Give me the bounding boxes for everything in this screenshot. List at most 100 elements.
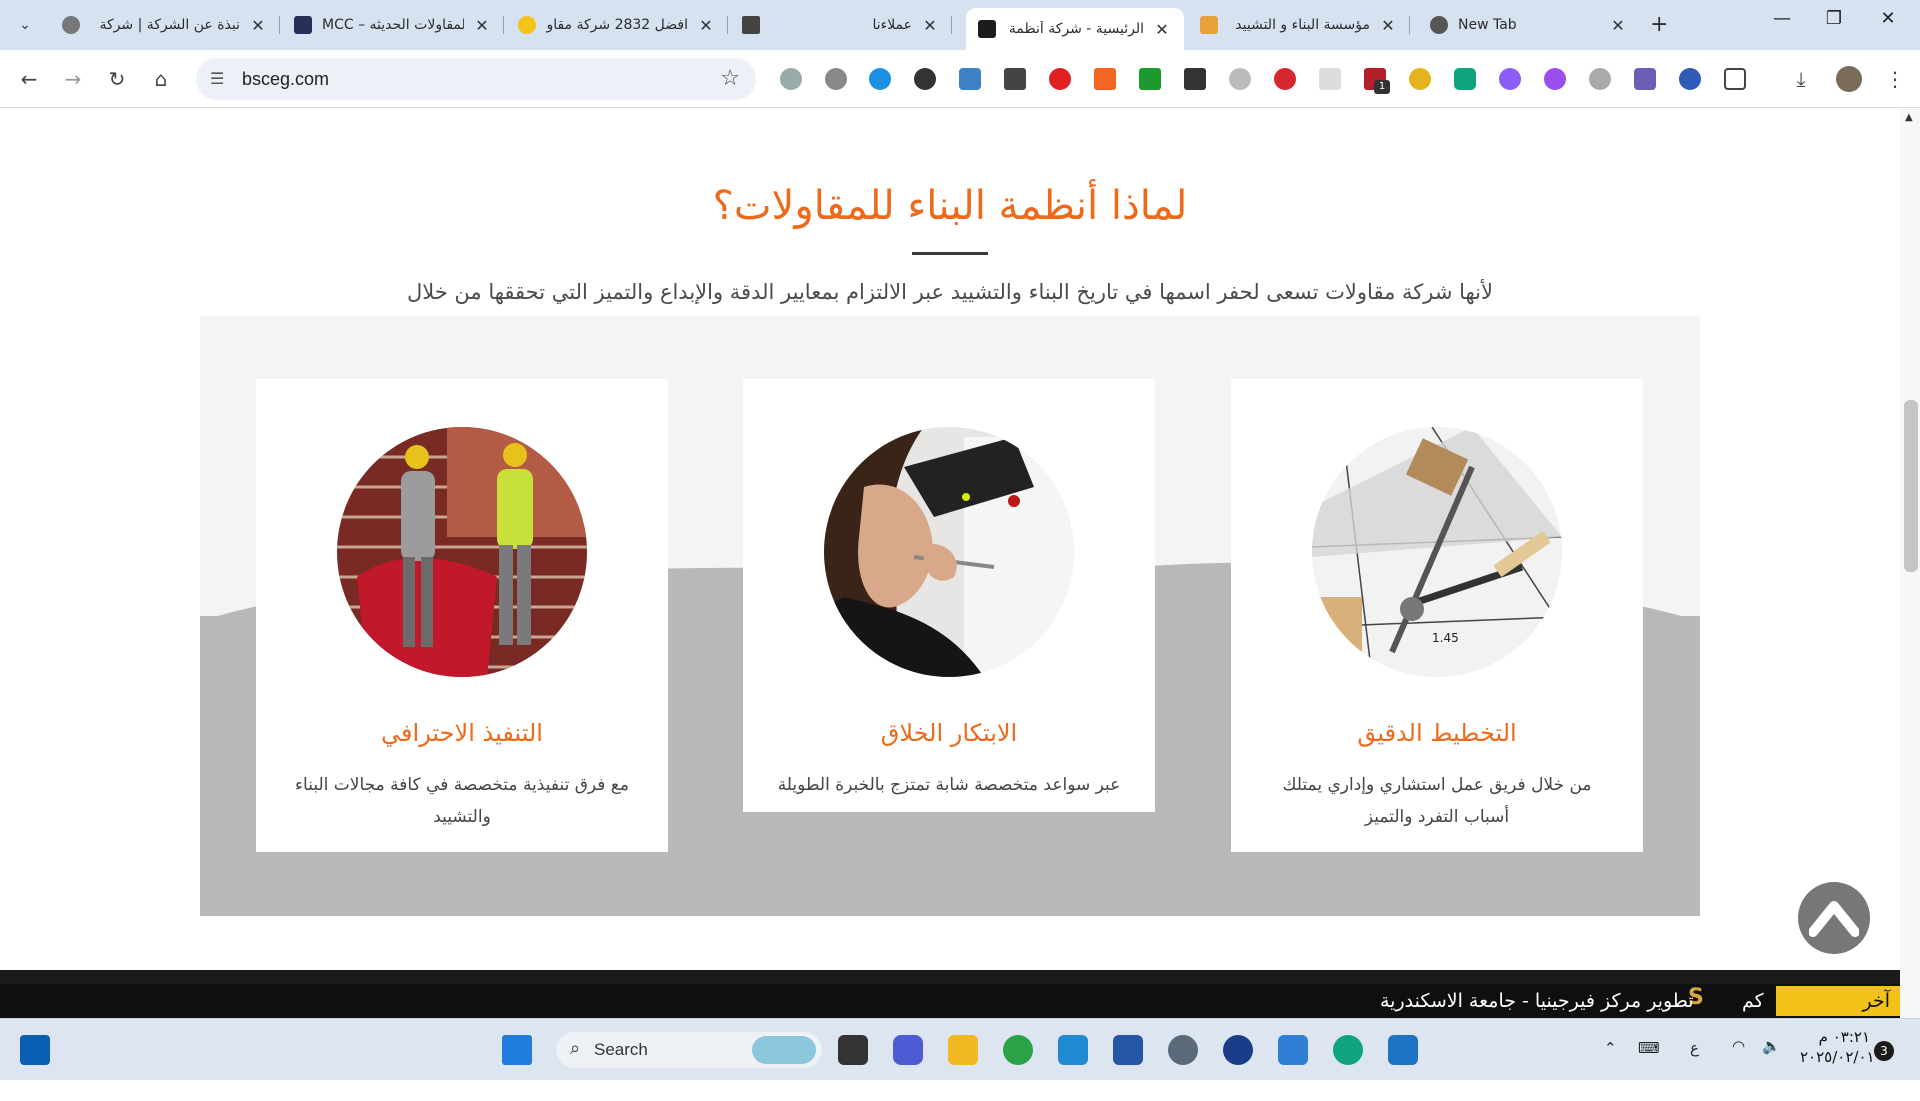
scrollbar-thumb[interactable] bbox=[1904, 400, 1918, 572]
settings-gear-icon[interactable] bbox=[1168, 1035, 1198, 1065]
chrome-icon[interactable] bbox=[1003, 1035, 1033, 1065]
scroll-to-top-button[interactable] bbox=[1798, 882, 1870, 954]
tab-5-active[interactable]: الرئيسية - شركة أنظمة ✕ bbox=[966, 8, 1184, 50]
extension-icon[interactable] bbox=[1634, 68, 1656, 90]
powershell-icon[interactable] bbox=[1113, 1035, 1143, 1065]
url-text[interactable]: bsceg.com bbox=[242, 69, 329, 90]
download-icon: ⤓ bbox=[1796, 67, 1806, 91]
address-bar[interactable]: ☰ bsceg.com ☆ bbox=[196, 58, 756, 100]
plus-icon: + bbox=[1650, 12, 1669, 37]
download-arrow-icon[interactable] bbox=[1139, 68, 1161, 90]
close-icon[interactable]: ✕ bbox=[248, 16, 268, 35]
keyboard-icon[interactable]: ⌨ bbox=[1638, 1039, 1660, 1101]
widgets-icon[interactable] bbox=[20, 1035, 50, 1065]
extension-icon[interactable] bbox=[825, 68, 847, 90]
site-info-icon[interactable]: ☰ bbox=[210, 69, 224, 88]
adblock-plus-icon[interactable] bbox=[1274, 68, 1296, 90]
reload-button[interactable]: ↻ bbox=[102, 64, 132, 94]
clock[interactable]: ٠٣:٢١ م ٢٠٢٥/٠٢/٠١ bbox=[1800, 1027, 1875, 1067]
back-button[interactable]: ← bbox=[14, 64, 44, 94]
clock-date: ٢٠٢٥/٠٢/٠١ bbox=[1800, 1048, 1875, 1066]
card-precise-planning: 1.45 التخطيط الدقيق من خلال فريق عمل است… bbox=[1231, 379, 1643, 852]
page-scrollbar[interactable]: ▲ bbox=[1900, 108, 1920, 1018]
downloads-button[interactable]: ⤓ bbox=[1786, 64, 1816, 94]
search-highlight-icon bbox=[752, 1036, 816, 1064]
taskbar-search[interactable]: ⌕ Search bbox=[556, 1032, 822, 1068]
close-icon: ✕ bbox=[1880, 8, 1896, 29]
card-creative-innovation: الابتكار الخلاق عبر سواعد متخصصة شابة تم… bbox=[743, 379, 1155, 812]
extension-icon[interactable] bbox=[780, 68, 802, 90]
close-icon[interactable]: ✕ bbox=[1378, 16, 1398, 35]
input-language[interactable]: ع bbox=[1690, 1039, 1699, 1101]
close-window-button[interactable]: ✕ bbox=[1868, 8, 1908, 29]
new-tab-button[interactable]: + bbox=[1650, 12, 1668, 37]
notification-badge[interactable]: 3 bbox=[1874, 1041, 1894, 1061]
close-icon[interactable]: ✕ bbox=[696, 16, 716, 35]
close-icon[interactable]: ✕ bbox=[920, 16, 940, 35]
minimize-button[interactable]: — bbox=[1762, 8, 1802, 29]
close-icon[interactable]: ✕ bbox=[472, 16, 492, 35]
soundcloud-icon[interactable] bbox=[1094, 68, 1116, 90]
section-title: لماذا أنظمة البناء للمقاولات؟ bbox=[712, 183, 1188, 229]
windows-start-icon[interactable] bbox=[502, 1035, 532, 1065]
section-subtitle: لأنها شركة مقاولات تسعى لحفر اسمها في تا… bbox=[406, 280, 1494, 304]
tab-search-button[interactable]: ⌄ bbox=[10, 10, 40, 40]
shazam-icon[interactable] bbox=[869, 68, 891, 90]
qr-code-icon[interactable] bbox=[1004, 68, 1026, 90]
photos-icon[interactable] bbox=[1278, 1035, 1308, 1065]
news-ticker-label: آخر المستجدات bbox=[1776, 986, 1900, 1016]
tab-6[interactable]: مؤسسة البناء و التشييد ✕ bbox=[1188, 8, 1410, 42]
extension-icon[interactable] bbox=[1409, 68, 1431, 90]
extension-icon[interactable] bbox=[1229, 68, 1251, 90]
extension-icon[interactable] bbox=[1499, 68, 1521, 90]
extension-icon[interactable] bbox=[1184, 68, 1206, 90]
puzzle-icon[interactable] bbox=[1724, 68, 1746, 90]
extension-icon[interactable] bbox=[1049, 68, 1071, 90]
tab-title: عملاءنا bbox=[872, 17, 912, 33]
menu-button[interactable]: ⋮ bbox=[1880, 64, 1910, 94]
music-icon[interactable] bbox=[1589, 68, 1611, 90]
close-icon[interactable]: ✕ bbox=[1608, 16, 1628, 35]
chrome-icon bbox=[1430, 16, 1448, 34]
close-icon[interactable]: ✕ bbox=[1152, 20, 1172, 39]
home-button[interactable]: ⌂ bbox=[146, 64, 176, 94]
restore-button[interactable]: ❐ bbox=[1814, 8, 1854, 29]
clock-time: ٠٣:٢١ م bbox=[1818, 1028, 1870, 1046]
tab-title: MCC – المقاولات الحديثه bbox=[322, 17, 464, 33]
wifi-icon[interactable]: ◠ bbox=[1732, 1037, 1745, 1099]
teams-chat-icon[interactable] bbox=[893, 1035, 923, 1065]
forward-button[interactable]: → bbox=[58, 64, 88, 94]
tray-overflow-icon[interactable]: ⌃ bbox=[1604, 1039, 1617, 1101]
extension-icon[interactable] bbox=[1544, 68, 1566, 90]
site-logo-icon bbox=[518, 16, 536, 34]
site-logo-icon bbox=[294, 16, 312, 34]
vscode-icon[interactable] bbox=[1058, 1035, 1088, 1065]
card-professional-execution: التنفيذ الاحترافي مع فرق تنفيذية متخصصة … bbox=[256, 379, 668, 852]
app-icon[interactable] bbox=[1223, 1035, 1253, 1065]
chatgpt-icon[interactable] bbox=[1454, 68, 1476, 90]
extension-icon[interactable] bbox=[1679, 68, 1701, 90]
tab-2[interactable]: MCC – المقاولات الحديثه ✕ bbox=[282, 8, 504, 42]
extension-icon[interactable] bbox=[959, 68, 981, 90]
news-ticker-item[interactable]: تطوير مركز فيرجينيا - جامعة الاسكندرية bbox=[1380, 986, 1694, 1016]
extension-badge: 1 bbox=[1374, 80, 1390, 94]
taskbar: ⌕ Search ⌃ ⌨ ع ◠ 🔈 ٠٣:٢١ م ٢٠٢٥/٠٢/٠١ 3 bbox=[0, 1018, 1920, 1080]
card-description: مع فرق تنفيذية متخصصة في كافة مجالات الب… bbox=[295, 775, 629, 827]
card-title: الابتكار الخلاق bbox=[880, 719, 1018, 747]
volume-icon[interactable]: 🔈 bbox=[1762, 1037, 1781, 1099]
extension-icon[interactable] bbox=[1319, 68, 1341, 90]
tab-1[interactable]: نبذة عن الشركة | شركة ✕ bbox=[50, 8, 280, 42]
tab-7[interactable]: New Tab ✕ bbox=[1418, 8, 1640, 42]
task-view-icon[interactable] bbox=[838, 1035, 868, 1065]
file-explorer-icon[interactable] bbox=[948, 1035, 978, 1065]
notepad-icon[interactable] bbox=[1388, 1035, 1418, 1065]
tab-3[interactable]: افضل 2832 شركة مقاو ✕ bbox=[506, 8, 728, 42]
scroll-up-icon[interactable]: ▲ bbox=[1905, 112, 1913, 123]
tab-4[interactable]: عملاءنا ✕ bbox=[730, 8, 952, 42]
extension-icon[interactable] bbox=[914, 68, 936, 90]
tab-title: الرئيسية - شركة أنظمة bbox=[1008, 21, 1144, 37]
profile-avatar[interactable] bbox=[1836, 66, 1862, 92]
card-title: التنفيذ الاحترافي bbox=[381, 719, 543, 747]
bookmark-star-icon[interactable]: ☆ bbox=[720, 66, 740, 91]
chatgpt-icon[interactable] bbox=[1333, 1035, 1363, 1065]
